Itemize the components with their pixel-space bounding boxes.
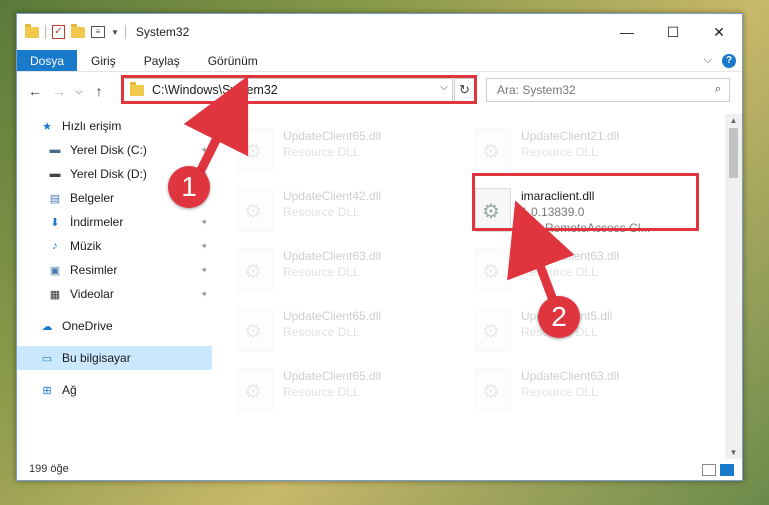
arrow-to-file (507, 200, 575, 302)
step-1-badge: 1 (168, 166, 210, 208)
step-2-badge: 2 (538, 296, 580, 338)
annotation-arrows (183, 75, 575, 302)
arrow-to-address (183, 75, 249, 179)
